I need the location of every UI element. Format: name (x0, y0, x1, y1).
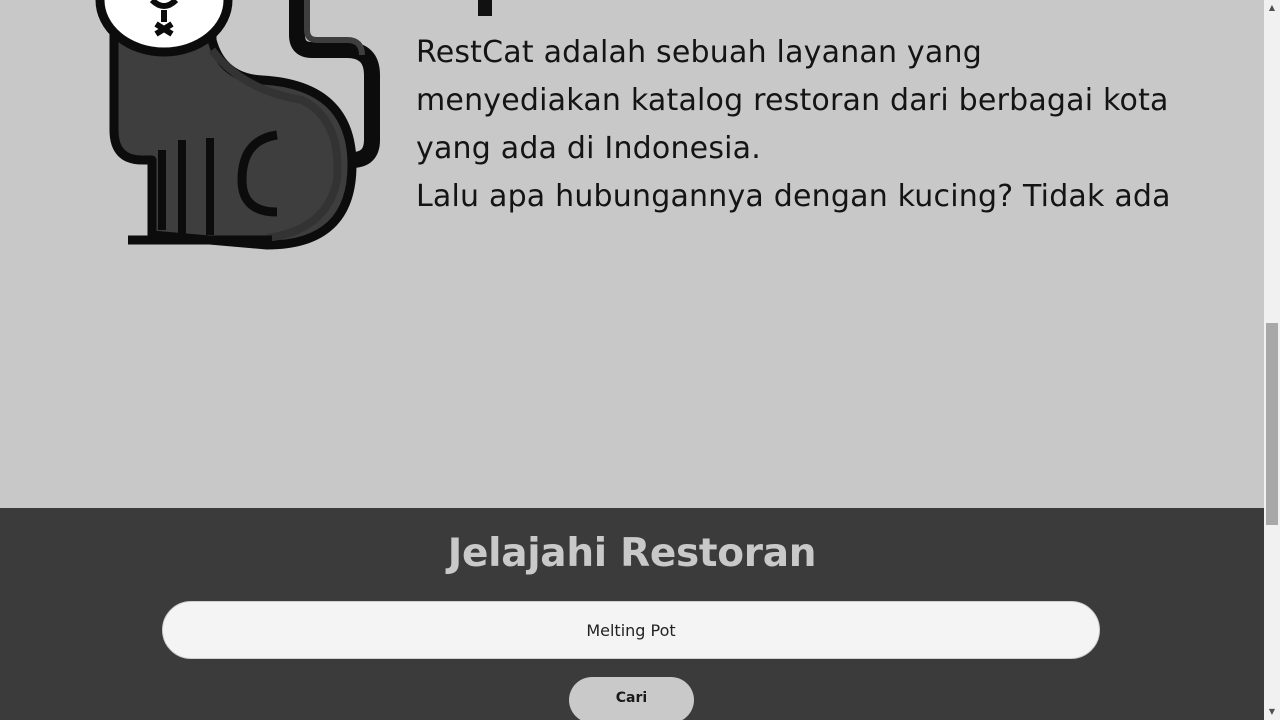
about-paragraph: RestCat adalah sebuah layanan yang menye… (416, 35, 1169, 166)
about-section: RestCat adalah sebuah layanan yang menye… (0, 0, 1264, 508)
about-description: RestCat adalah sebuah layanan yang menye… (416, 29, 1176, 221)
explore-title: Jelajahi Restoran (447, 531, 817, 576)
scroll-down-arrow-icon[interactable]: ▼ (1264, 704, 1280, 720)
search-input[interactable] (162, 601, 1100, 659)
about-paragraph: Lalu apa hubungannya dengan kucing? Tida… (416, 179, 1171, 214)
search-button[interactable]: Cari (569, 677, 694, 720)
scroll-up-arrow-icon[interactable]: ▲ (1264, 0, 1280, 16)
heading-fragment (478, 0, 492, 16)
scrollbar-thumb[interactable] (1266, 323, 1278, 525)
page: RestCat adalah sebuah layanan yang menye… (0, 0, 1280, 720)
cat-icon (95, 0, 380, 250)
explore-section: Jelajahi Restoran Cari (0, 508, 1264, 720)
vertical-scrollbar[interactable]: ▲ ▼ (1264, 0, 1280, 720)
